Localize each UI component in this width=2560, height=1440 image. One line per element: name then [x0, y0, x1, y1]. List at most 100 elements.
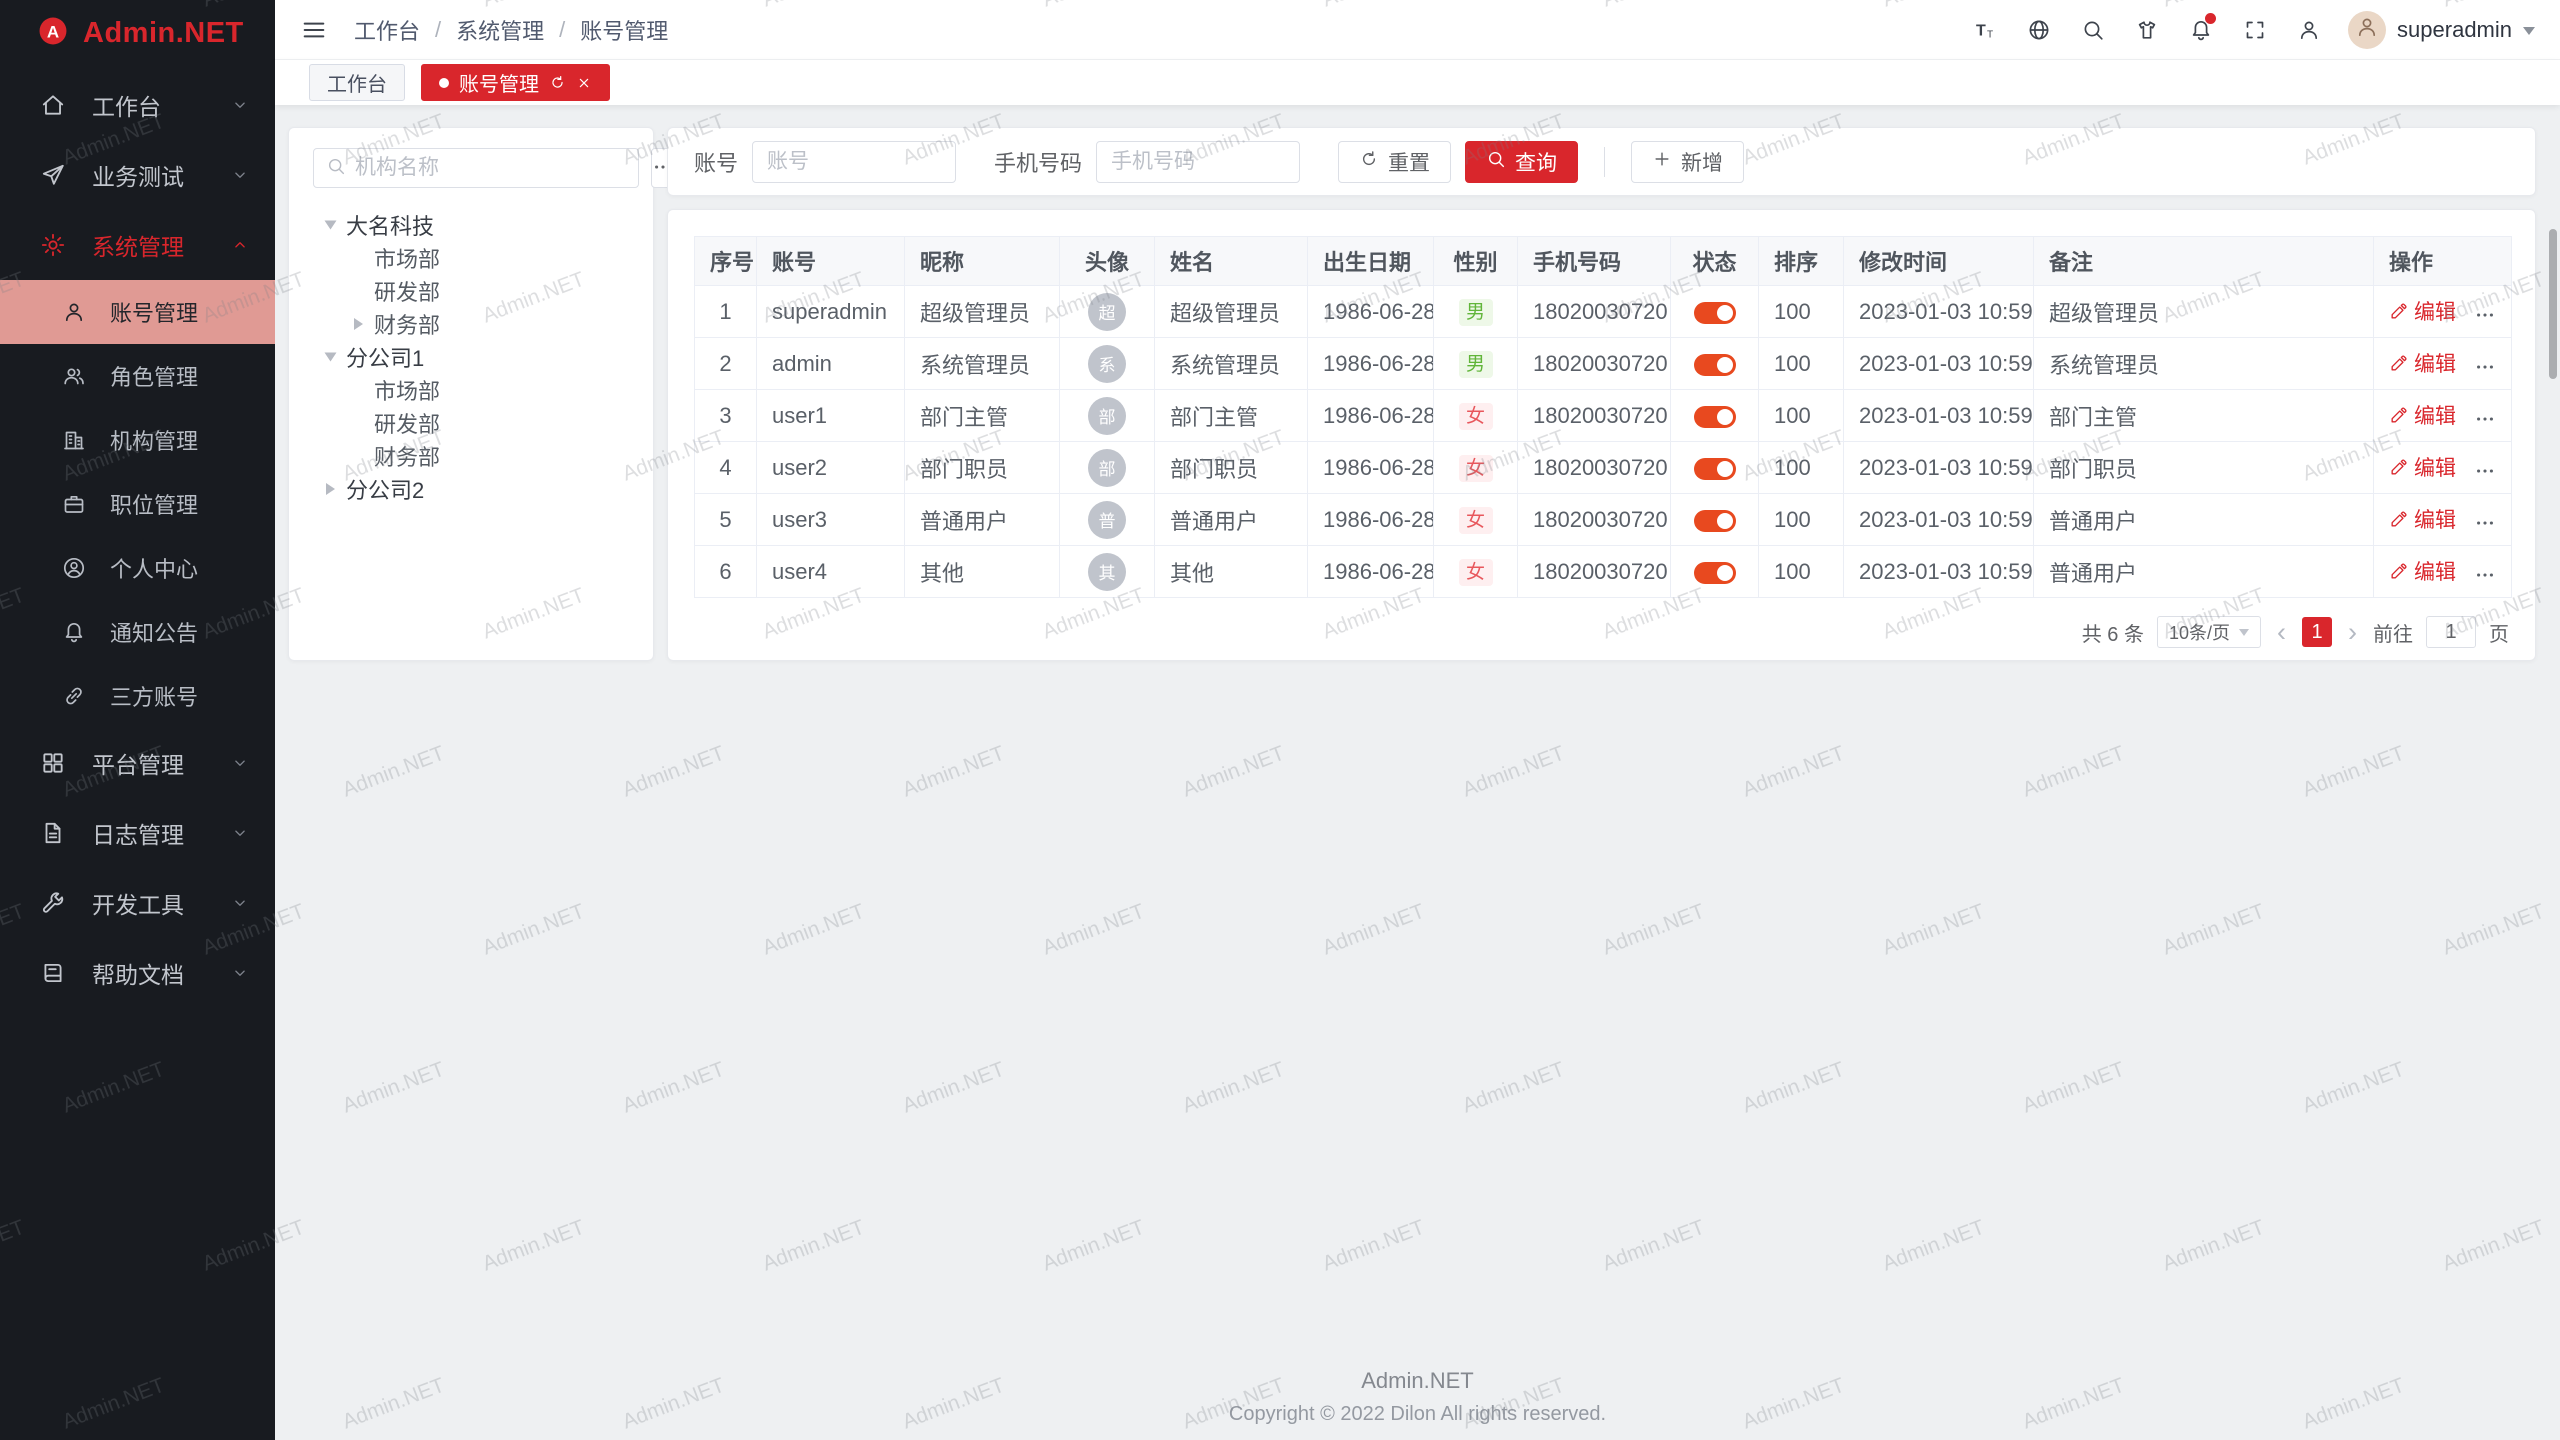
tree-node[interactable]: 研发部 — [313, 406, 629, 439]
bell-button[interactable] — [2178, 7, 2224, 53]
sidebar-subitem-org-management[interactable]: 机构管理 — [0, 408, 275, 472]
sidebar-item-workbench[interactable]: 工作台 — [0, 70, 275, 140]
fullscreen-button[interactable] — [2232, 7, 2278, 53]
sidebar-subitem-role-management[interactable]: 角色管理 — [0, 344, 275, 408]
row-more-button[interactable] — [2474, 408, 2496, 430]
sidebar-item-platform-management[interactable]: 平台管理 — [0, 728, 275, 798]
tab-workbench[interactable]: 工作台 — [309, 64, 405, 101]
status-toggle[interactable] — [1694, 458, 1736, 480]
font-size-button[interactable]: TT — [1962, 7, 2008, 53]
account-cell: user4 — [757, 546, 905, 598]
status-toggle[interactable] — [1694, 354, 1736, 376]
sidebar-subitem-label: 个人中心 — [110, 552, 198, 584]
status-toggle[interactable] — [1694, 406, 1736, 428]
edit-button[interactable]: 编辑 — [2389, 556, 2456, 586]
tree-caret-icon[interactable] — [323, 217, 338, 232]
phone-cell: 18020030720 — [1518, 390, 1671, 442]
tree-node[interactable]: 市场部 — [313, 241, 629, 274]
org-icon — [62, 428, 86, 452]
page-number-button[interactable]: 1 — [2302, 617, 2332, 647]
sidebar-subitem-third-party-account[interactable]: 三方账号 — [0, 664, 275, 728]
breadcrumb-item[interactable]: 工作台 — [354, 14, 420, 46]
status-toggle[interactable] — [1694, 302, 1736, 324]
tree-caret-icon[interactable] — [351, 316, 366, 331]
tree-node[interactable]: 研发部 — [313, 274, 629, 307]
column-header-birthday: 出生日期 — [1308, 237, 1434, 286]
row-more-button[interactable] — [2474, 356, 2496, 378]
goto-page-input[interactable] — [2426, 616, 2476, 648]
page-size-select[interactable]: 10条/页 — [2157, 616, 2261, 648]
tab-bar: 工作台账号管理 — [275, 60, 2560, 105]
next-page-button[interactable]: › — [2345, 619, 2360, 646]
user-avatar: 超 — [1088, 293, 1126, 331]
user-button[interactable] — [2286, 7, 2332, 53]
edit-button[interactable]: 编辑 — [2389, 296, 2456, 326]
row-more-button[interactable] — [2474, 460, 2496, 482]
globe-icon — [2027, 18, 2051, 42]
scrollbar-thumb[interactable] — [2549, 229, 2557, 379]
sidebar-subitem-account-management[interactable]: 账号管理 — [0, 280, 275, 344]
status-toggle[interactable] — [1694, 562, 1736, 584]
logo[interactable]: A Admin.NET — [0, 0, 275, 66]
add-button[interactable]: 新增 — [1631, 141, 1744, 183]
org-search-input[interactable] — [355, 156, 626, 180]
sidebar-item-help-docs[interactable]: 帮助文档 — [0, 938, 275, 1008]
status-toggle[interactable] — [1694, 510, 1736, 532]
account-cell: user1 — [757, 390, 905, 442]
logo-icon: A — [36, 14, 70, 53]
edit-button[interactable]: 编辑 — [2389, 504, 2456, 534]
tree-caret-icon[interactable] — [323, 349, 338, 364]
sidebar-item-business-test[interactable]: 业务测试 — [0, 140, 275, 210]
search-button[interactable] — [2070, 7, 2116, 53]
tree-node[interactable]: 分公司2 — [313, 472, 629, 505]
prev-page-button[interactable]: ‹ — [2274, 619, 2289, 646]
tab-refresh-button[interactable] — [549, 74, 566, 91]
edit-button[interactable]: 编辑 — [2389, 348, 2456, 378]
sidebar-subitem-notice[interactable]: 通知公告 — [0, 600, 275, 664]
tree-node[interactable]: 市场部 — [313, 373, 629, 406]
phone-input[interactable] — [1096, 141, 1300, 183]
theme-button[interactable] — [2124, 7, 2170, 53]
hamburger-icon[interactable] — [300, 16, 328, 44]
app-root: A Admin.NET 工作台业务测试系统管理账号管理角色管理机构管理职位管理个… — [0, 0, 2560, 1440]
column-header-name: 姓名 — [1155, 237, 1308, 286]
breadcrumb-item[interactable]: 系统管理 — [456, 14, 544, 46]
sidebar-item-system-management[interactable]: 系统管理 — [0, 210, 275, 280]
breadcrumb-separator: / — [559, 17, 565, 43]
edit-button[interactable]: 编辑 — [2389, 452, 2456, 482]
row-more-button[interactable] — [2474, 512, 2496, 534]
tree-node-label: 市场部 — [374, 374, 440, 406]
account-input[interactable] — [752, 141, 956, 183]
globe-button[interactable] — [2016, 7, 2062, 53]
edit-button-label: 编辑 — [2414, 296, 2456, 326]
reset-button[interactable]: 重置 — [1338, 141, 1451, 183]
sort-cell: 100 — [1759, 286, 1844, 338]
edit-button[interactable]: 编辑 — [2389, 400, 2456, 430]
user-menu[interactable]: superadmin — [2348, 11, 2535, 49]
tab-close-button[interactable] — [576, 75, 592, 91]
sort-cell: 100 — [1759, 546, 1844, 598]
tab-account-management[interactable]: 账号管理 — [421, 64, 610, 101]
sidebar-item-label: 系统管理 — [92, 228, 205, 262]
tree-node-label: 分公司1 — [346, 341, 424, 373]
chevron-down-icon — [231, 964, 249, 982]
more-icon — [2474, 564, 2496, 586]
account-field-group: 账号 — [694, 141, 956, 183]
tree-node[interactable]: 财务部 — [313, 307, 629, 340]
sidebar-item-log-management[interactable]: 日志管理 — [0, 798, 275, 868]
tree-caret-icon[interactable] — [323, 481, 338, 496]
tree-node[interactable]: 财务部 — [313, 439, 629, 472]
sidebar-item-dev-tools[interactable]: 开发工具 — [0, 868, 275, 938]
username: superadmin — [2397, 17, 2512, 43]
home-icon — [40, 92, 66, 118]
sidebar-subitem-position-management[interactable]: 职位管理 — [0, 472, 275, 536]
sidebar-subitem-personal-center[interactable]: 个人中心 — [0, 536, 275, 600]
total-count: 共 6 条 — [2082, 618, 2144, 647]
row-more-button[interactable] — [2474, 564, 2496, 586]
search-button[interactable]: 查询 — [1465, 141, 1578, 183]
row-more-button[interactable] — [2474, 304, 2496, 326]
tree-node[interactable]: 分公司1 — [313, 340, 629, 373]
tools-icon — [40, 890, 66, 916]
tree-node[interactable]: 大名科技 — [313, 208, 629, 241]
avatar-cell: 部 — [1060, 442, 1155, 494]
